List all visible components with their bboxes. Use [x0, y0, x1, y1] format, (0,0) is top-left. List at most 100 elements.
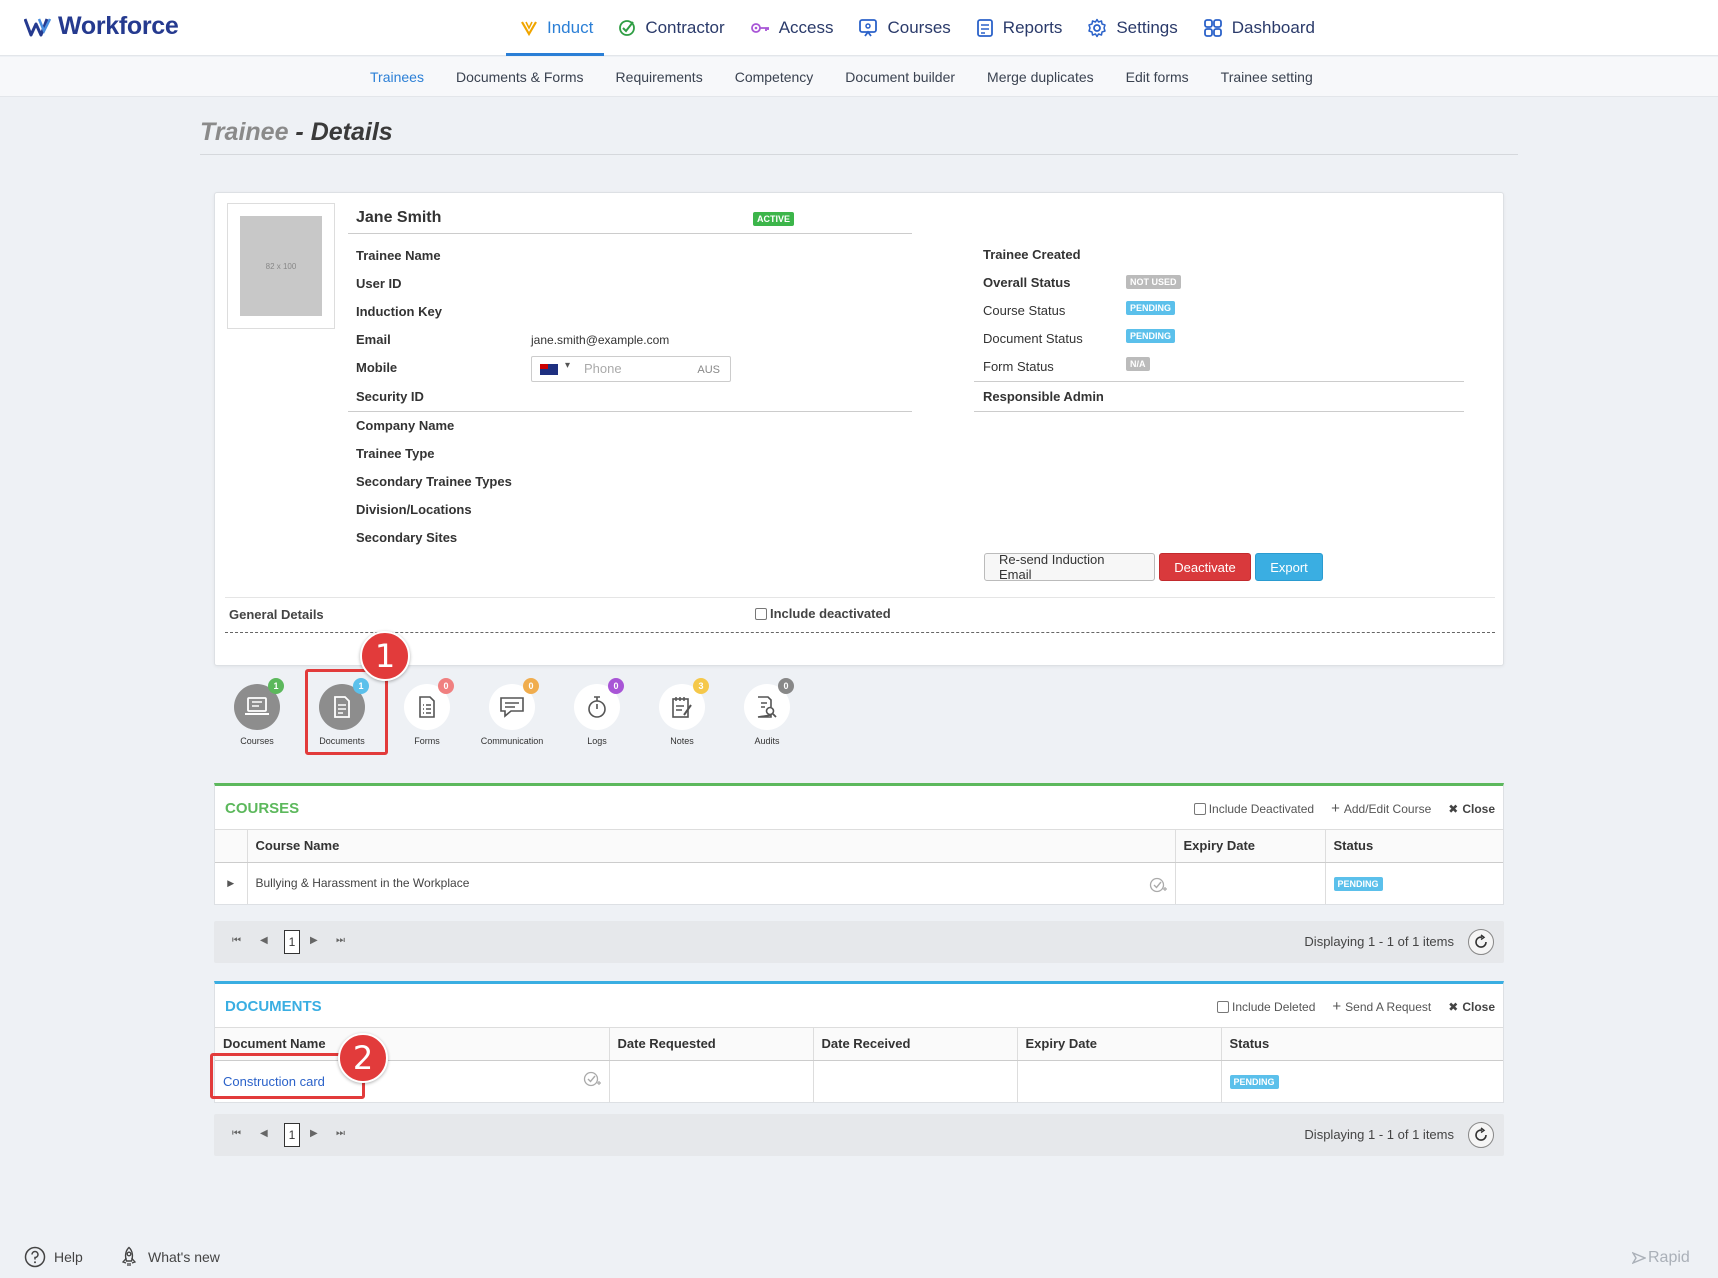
tab-notes[interactable]: 3 Notes [642, 678, 722, 746]
courses-icon [859, 19, 878, 37]
subnav-documents-forms[interactable]: Documents & Forms [440, 57, 600, 97]
doc-status-cell: PENDING [1221, 1060, 1503, 1102]
label-induction-key: Induction Key [356, 304, 442, 319]
trainee-photo-frame[interactable]: 82 x 100 [227, 203, 335, 329]
subnav-document-builder[interactable]: Document builder [829, 57, 971, 97]
tab-forms[interactable]: 0 Forms [387, 678, 467, 746]
export-button[interactable]: Export [1255, 553, 1323, 581]
tab-notes-label: Notes [670, 736, 694, 746]
label-security-id: Security ID [356, 389, 424, 404]
courses-include-deactivated-checkbox[interactable] [1193, 802, 1206, 815]
subnav-trainee-setting[interactable]: Trainee setting [1205, 57, 1329, 97]
label-trainee-type: Trainee Type [356, 446, 435, 461]
next-page-icon[interactable]: ▶ [310, 1128, 318, 1139]
documents-display-count: Displaying 1 - 1 of 1 items [1304, 1127, 1454, 1142]
whats-new-link[interactable]: What's new [118, 1246, 220, 1268]
label-document-status: Document Status [983, 331, 1083, 346]
admin-divider [974, 411, 1464, 412]
documents-include-deleted-checkbox[interactable] [1217, 1000, 1230, 1013]
prev-page-icon[interactable]: ◀ [260, 935, 268, 946]
doc-expiry-cell [1017, 1060, 1222, 1102]
subnav-competency[interactable]: Competency [719, 57, 830, 97]
tab-logs[interactable]: 0 Logs [557, 678, 637, 746]
courses-include-deactivated[interactable]: Include Deactivated [1193, 802, 1314, 816]
documents-tab-highlight [305, 669, 388, 755]
nav-access[interactable]: Access [736, 0, 845, 56]
course-name-header[interactable]: Course Name [247, 830, 1176, 863]
label-secondary-sites: Secondary Sites [356, 530, 458, 545]
workforce-logo[interactable]: Workforce [24, 12, 179, 41]
tab-communication-circle: 0 [489, 678, 539, 730]
deactivate-button[interactable]: Deactivate [1159, 553, 1251, 581]
form-status-badge: N/A [1126, 357, 1150, 371]
first-page-icon[interactable]: ⏮ [232, 1128, 241, 1139]
tab-audits[interactable]: 0 Audits [727, 678, 807, 746]
nav-courses-label: Courses [887, 18, 951, 37]
label-responsible-admin: Responsible Admin [983, 389, 1104, 404]
documents-include-deleted[interactable]: Include Deleted [1217, 1000, 1315, 1014]
nav-contractor[interactable]: Contractor [604, 0, 735, 56]
next-page-icon[interactable]: ▶ [310, 935, 318, 946]
help-icon [24, 1246, 46, 1268]
doc-status-header[interactable]: Status [1221, 1028, 1503, 1061]
active-status-badge: ACTIVE [753, 212, 795, 226]
tab-courses[interactable]: 1 Courses [217, 678, 297, 746]
nav-settings-label: Settings [1116, 18, 1178, 37]
courses-close-button[interactable]: ✖ Close [1448, 802, 1495, 816]
courses-panel-title: COURSES [225, 800, 300, 817]
label-user-id: User ID [356, 276, 402, 291]
email-value: jane.smith@example.com [531, 333, 670, 347]
nav-courses[interactable]: Courses [844, 0, 961, 56]
whats-new-label: What's new [148, 1249, 220, 1265]
first-page-icon[interactable]: ⏮ [232, 935, 241, 946]
subnav-edit-forms[interactable]: Edit forms [1110, 57, 1205, 97]
nav-dashboard[interactable]: Dashboard [1189, 0, 1326, 56]
chevron-down-icon[interactable]: ▾ [565, 360, 570, 371]
subnav-trainees[interactable]: Trainees [354, 57, 440, 97]
title-divider [200, 154, 1518, 155]
subnav-requirements[interactable]: Requirements [600, 57, 719, 97]
resend-induction-email-button[interactable]: Re-send Induction Email [984, 552, 1155, 582]
add-edit-course-button[interactable]: + Add/Edit Course [1331, 800, 1431, 817]
date-requested-header[interactable]: Date Requested [609, 1028, 814, 1061]
documents-refresh-button[interactable] [1468, 1122, 1494, 1148]
status-header[interactable]: Status [1325, 830, 1503, 863]
include-deactivated-toggle[interactable]: Include deactivated [755, 606, 891, 621]
mobile-phone-field: ▾ AUS [531, 356, 731, 382]
australia-flag-icon[interactable] [540, 364, 558, 375]
check-edit-icon[interactable] [1149, 876, 1167, 894]
page-number[interactable]: 1 [284, 930, 300, 954]
phone-input[interactable] [584, 361, 684, 376]
page-number[interactable]: 1 [284, 1123, 300, 1147]
courses-refresh-button[interactable] [1468, 929, 1494, 955]
dashboard-grid-icon [1203, 19, 1222, 37]
nav-settings[interactable]: Settings [1073, 0, 1188, 56]
documents-close-button[interactable]: ✖ Close [1448, 1000, 1495, 1014]
tab-forms-count: 0 [438, 678, 454, 694]
courses-expand-header [215, 830, 248, 863]
last-page-icon[interactable]: ⏭ [336, 935, 345, 946]
help-link[interactable]: Help [24, 1246, 83, 1268]
table-row: ▶ Bullying & Harassment in the Workplace… [215, 862, 1503, 904]
row-expand-icon[interactable]: ▶ [215, 862, 248, 904]
tab-communication[interactable]: 0 Communication [472, 678, 552, 746]
doc-expiry-date-header[interactable]: Expiry Date [1017, 1028, 1222, 1061]
expiry-date-header[interactable]: Expiry Date [1175, 830, 1326, 863]
last-page-icon[interactable]: ⏭ [336, 1128, 345, 1139]
date-received-cell [813, 1060, 1018, 1102]
label-secondary-trainee-types: Secondary Trainee Types [356, 474, 512, 489]
send-request-button[interactable]: + Send A Request [1332, 998, 1431, 1015]
tab-logs-count: 0 [608, 678, 624, 694]
prev-page-icon[interactable]: ◀ [260, 1128, 268, 1139]
nav-induct[interactable]: Induct [506, 0, 605, 56]
check-edit-icon[interactable] [583, 1070, 601, 1088]
include-deactivated-checkbox[interactable] [755, 607, 767, 620]
sub-navbar: Trainees Documents & Forms Requirements … [0, 57, 1718, 97]
date-received-header[interactable]: Date Received [813, 1028, 1018, 1061]
trainee-tabs: 1 Courses 1 Documents 0 Forms 0 Communic… [214, 670, 814, 760]
course-name-text: Bullying & Harassment in the Workplace [255, 876, 470, 891]
nav-contractor-label: Contractor [645, 18, 725, 37]
nav-reports[interactable]: Reports [962, 0, 1074, 56]
subnav-merge-duplicates[interactable]: Merge duplicates [971, 57, 1110, 97]
label-email: Email [356, 332, 391, 347]
